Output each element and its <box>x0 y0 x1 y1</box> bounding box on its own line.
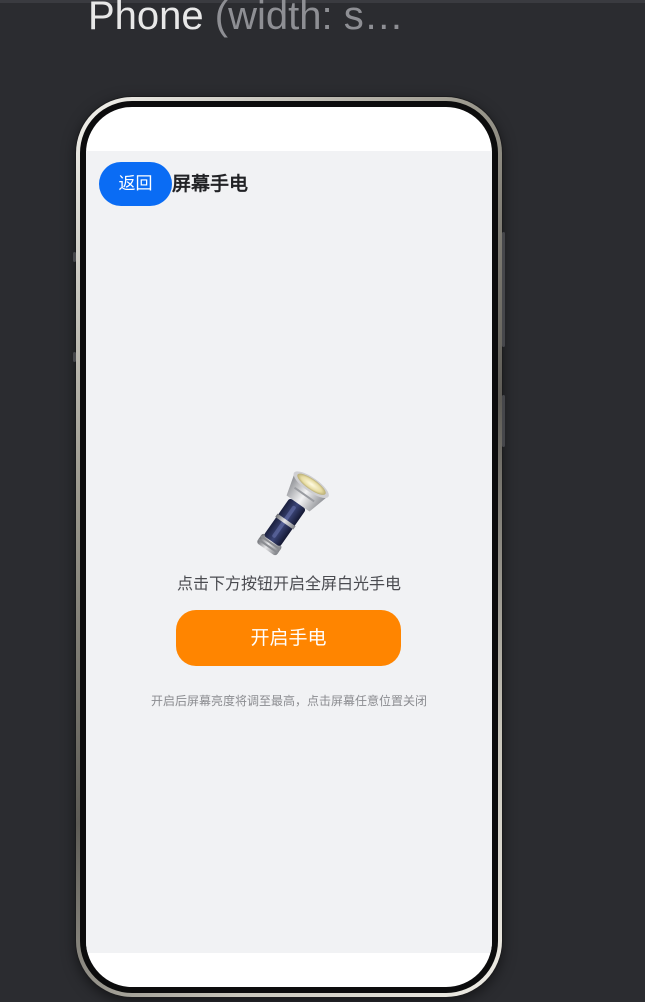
phone-screen: 返回 屏幕手电 点击下方按钮开启全屏白光手电 开启手电 开启后屏幕亮度将调至最高… <box>86 107 492 987</box>
phone-volume-button <box>502 395 505 447</box>
phone-side-button-left-1 <box>73 252 76 262</box>
phone-side-button-left-2 <box>73 352 76 362</box>
flashlight-icon <box>257 471 329 556</box>
page-title: 屏幕手电 <box>172 173 249 195</box>
preview-title: Phone (width: s… <box>88 0 404 44</box>
device-width-label: (width: s… <box>214 0 404 38</box>
note-text: 开启后屏幕亮度将调至最高，点击屏幕任意位置关闭 <box>150 694 427 708</box>
back-button[interactable]: 返回 <box>99 162 172 206</box>
flashlight-app: 返回 屏幕手电 点击下方按钮开启全屏白光手电 开启手电 开启后屏幕亮度将调至最高… <box>86 151 492 953</box>
turn-on-flashlight-button[interactable]: 开启手电 <box>176 610 401 666</box>
phone-power-button <box>502 232 505 347</box>
device-label: Phone <box>88 0 204 38</box>
instruction-text: 点击下方按钮开启全屏白光手电 <box>176 574 401 593</box>
